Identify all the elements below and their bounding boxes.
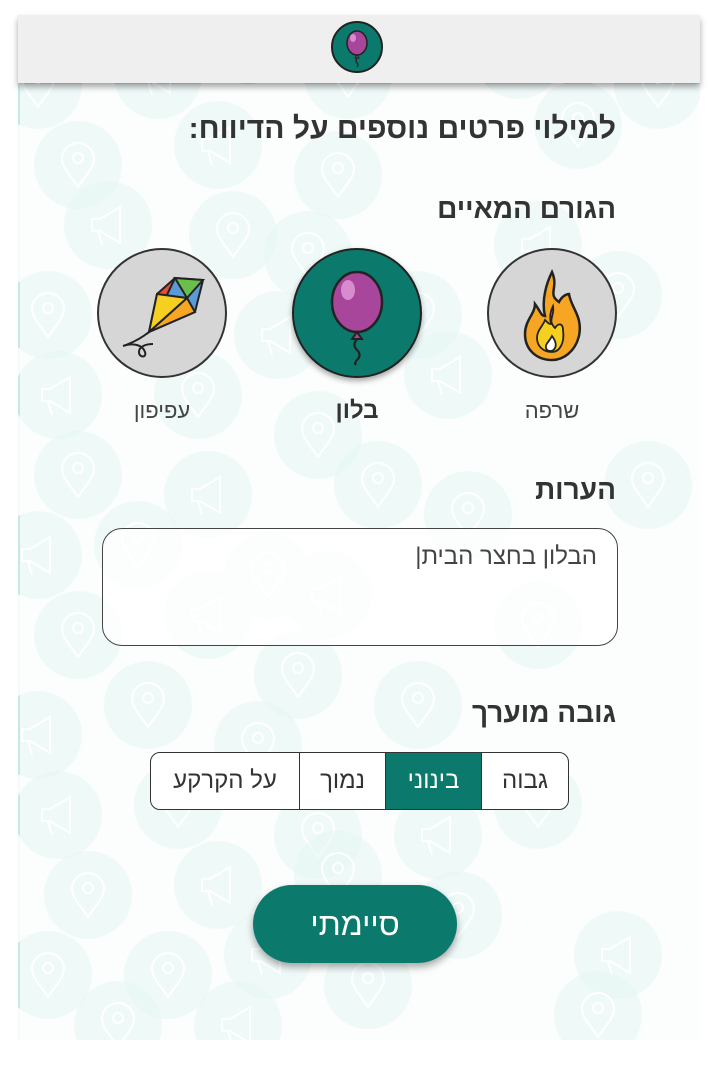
agent-option-fire[interactable] bbox=[487, 248, 617, 378]
fire-icon bbox=[523, 269, 582, 362]
agent-label-kite: עפיפון bbox=[133, 398, 191, 423]
done-button[interactable]: סיימתי bbox=[253, 885, 457, 963]
height-option-medium[interactable]: בינוני bbox=[385, 753, 481, 809]
kite-icon bbox=[122, 276, 206, 358]
notes-label: הערות bbox=[535, 474, 616, 505]
height-label: גובה מוערך bbox=[471, 697, 616, 728]
agent-option-balloon[interactable] bbox=[292, 248, 422, 378]
agent-label-balloon: בלון bbox=[335, 397, 379, 424]
agent-option-kite[interactable] bbox=[97, 248, 227, 378]
height-option-ground[interactable]: על הקרקע bbox=[151, 753, 299, 809]
height-option-high[interactable]: גבוה bbox=[481, 753, 568, 809]
agent-label-fire: שרפה bbox=[524, 398, 580, 423]
height-option-low[interactable]: נמוך bbox=[299, 753, 385, 809]
balloon-icon bbox=[330, 270, 384, 366]
form-title: למילוי פרטים נוספים על הדיווח: bbox=[188, 112, 616, 145]
notes-textarea[interactable]: הבלון בחצר הבית| bbox=[102, 528, 618, 646]
height-segmented-control[interactable]: גבוה בינוני נמוך על הקרקע bbox=[150, 752, 569, 810]
threat-agent-label: הגורם המאיים bbox=[437, 193, 616, 224]
